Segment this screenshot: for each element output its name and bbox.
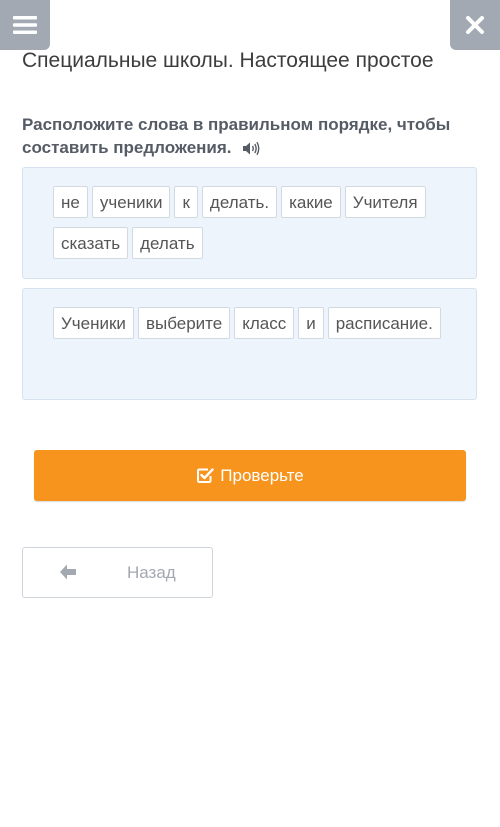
word-chip[interactable]: расписание. [327,307,441,339]
check-button[interactable]: Проверьте [34,450,466,501]
arrow-left-icon [58,563,78,586]
close-icon [466,16,484,34]
task-instruction: Расположите слова в правильном порядке, … [22,113,462,162]
word-chip[interactable]: к [174,186,198,218]
word-chip[interactable]: и [298,307,324,339]
sentence-card-2: Ученики выберите класс и расписание. [22,288,477,400]
word-chip[interactable]: класс [234,307,295,339]
word-chip[interactable]: Учителя [344,186,426,218]
back-button[interactable]: Назад [22,547,213,598]
menu-button[interactable] [0,0,50,50]
back-button-label: Назад [127,563,176,582]
checkbox-check-icon [196,467,214,484]
hamburger-menu-icon [13,16,37,34]
instruction-text: Расположите слова в правильном порядке, … [22,115,451,157]
word-chip-list: Ученики выберите класс и расписание. [53,307,453,348]
word-chip[interactable]: Ученики [53,307,134,339]
close-button[interactable] [450,0,500,50]
word-chip[interactable]: какие [281,186,341,218]
sentence-card-1: не ученики к делать. какие Учителя сказа… [22,167,477,279]
word-chip-list: не ученики к делать. какие Учителя сказа… [53,186,453,268]
speaker-icon[interactable] [242,139,260,162]
word-chip[interactable]: выберите [137,307,231,339]
check-button-label: Проверьте [220,465,304,485]
word-chip[interactable]: делать [132,227,203,259]
word-chip[interactable]: делать. [201,186,278,218]
word-chip[interactable]: не [53,186,88,218]
page-title: Специальные школы. Настоящее простое [22,49,434,72]
word-chip[interactable]: сказать [53,227,129,259]
word-chip[interactable]: ученики [91,186,171,218]
